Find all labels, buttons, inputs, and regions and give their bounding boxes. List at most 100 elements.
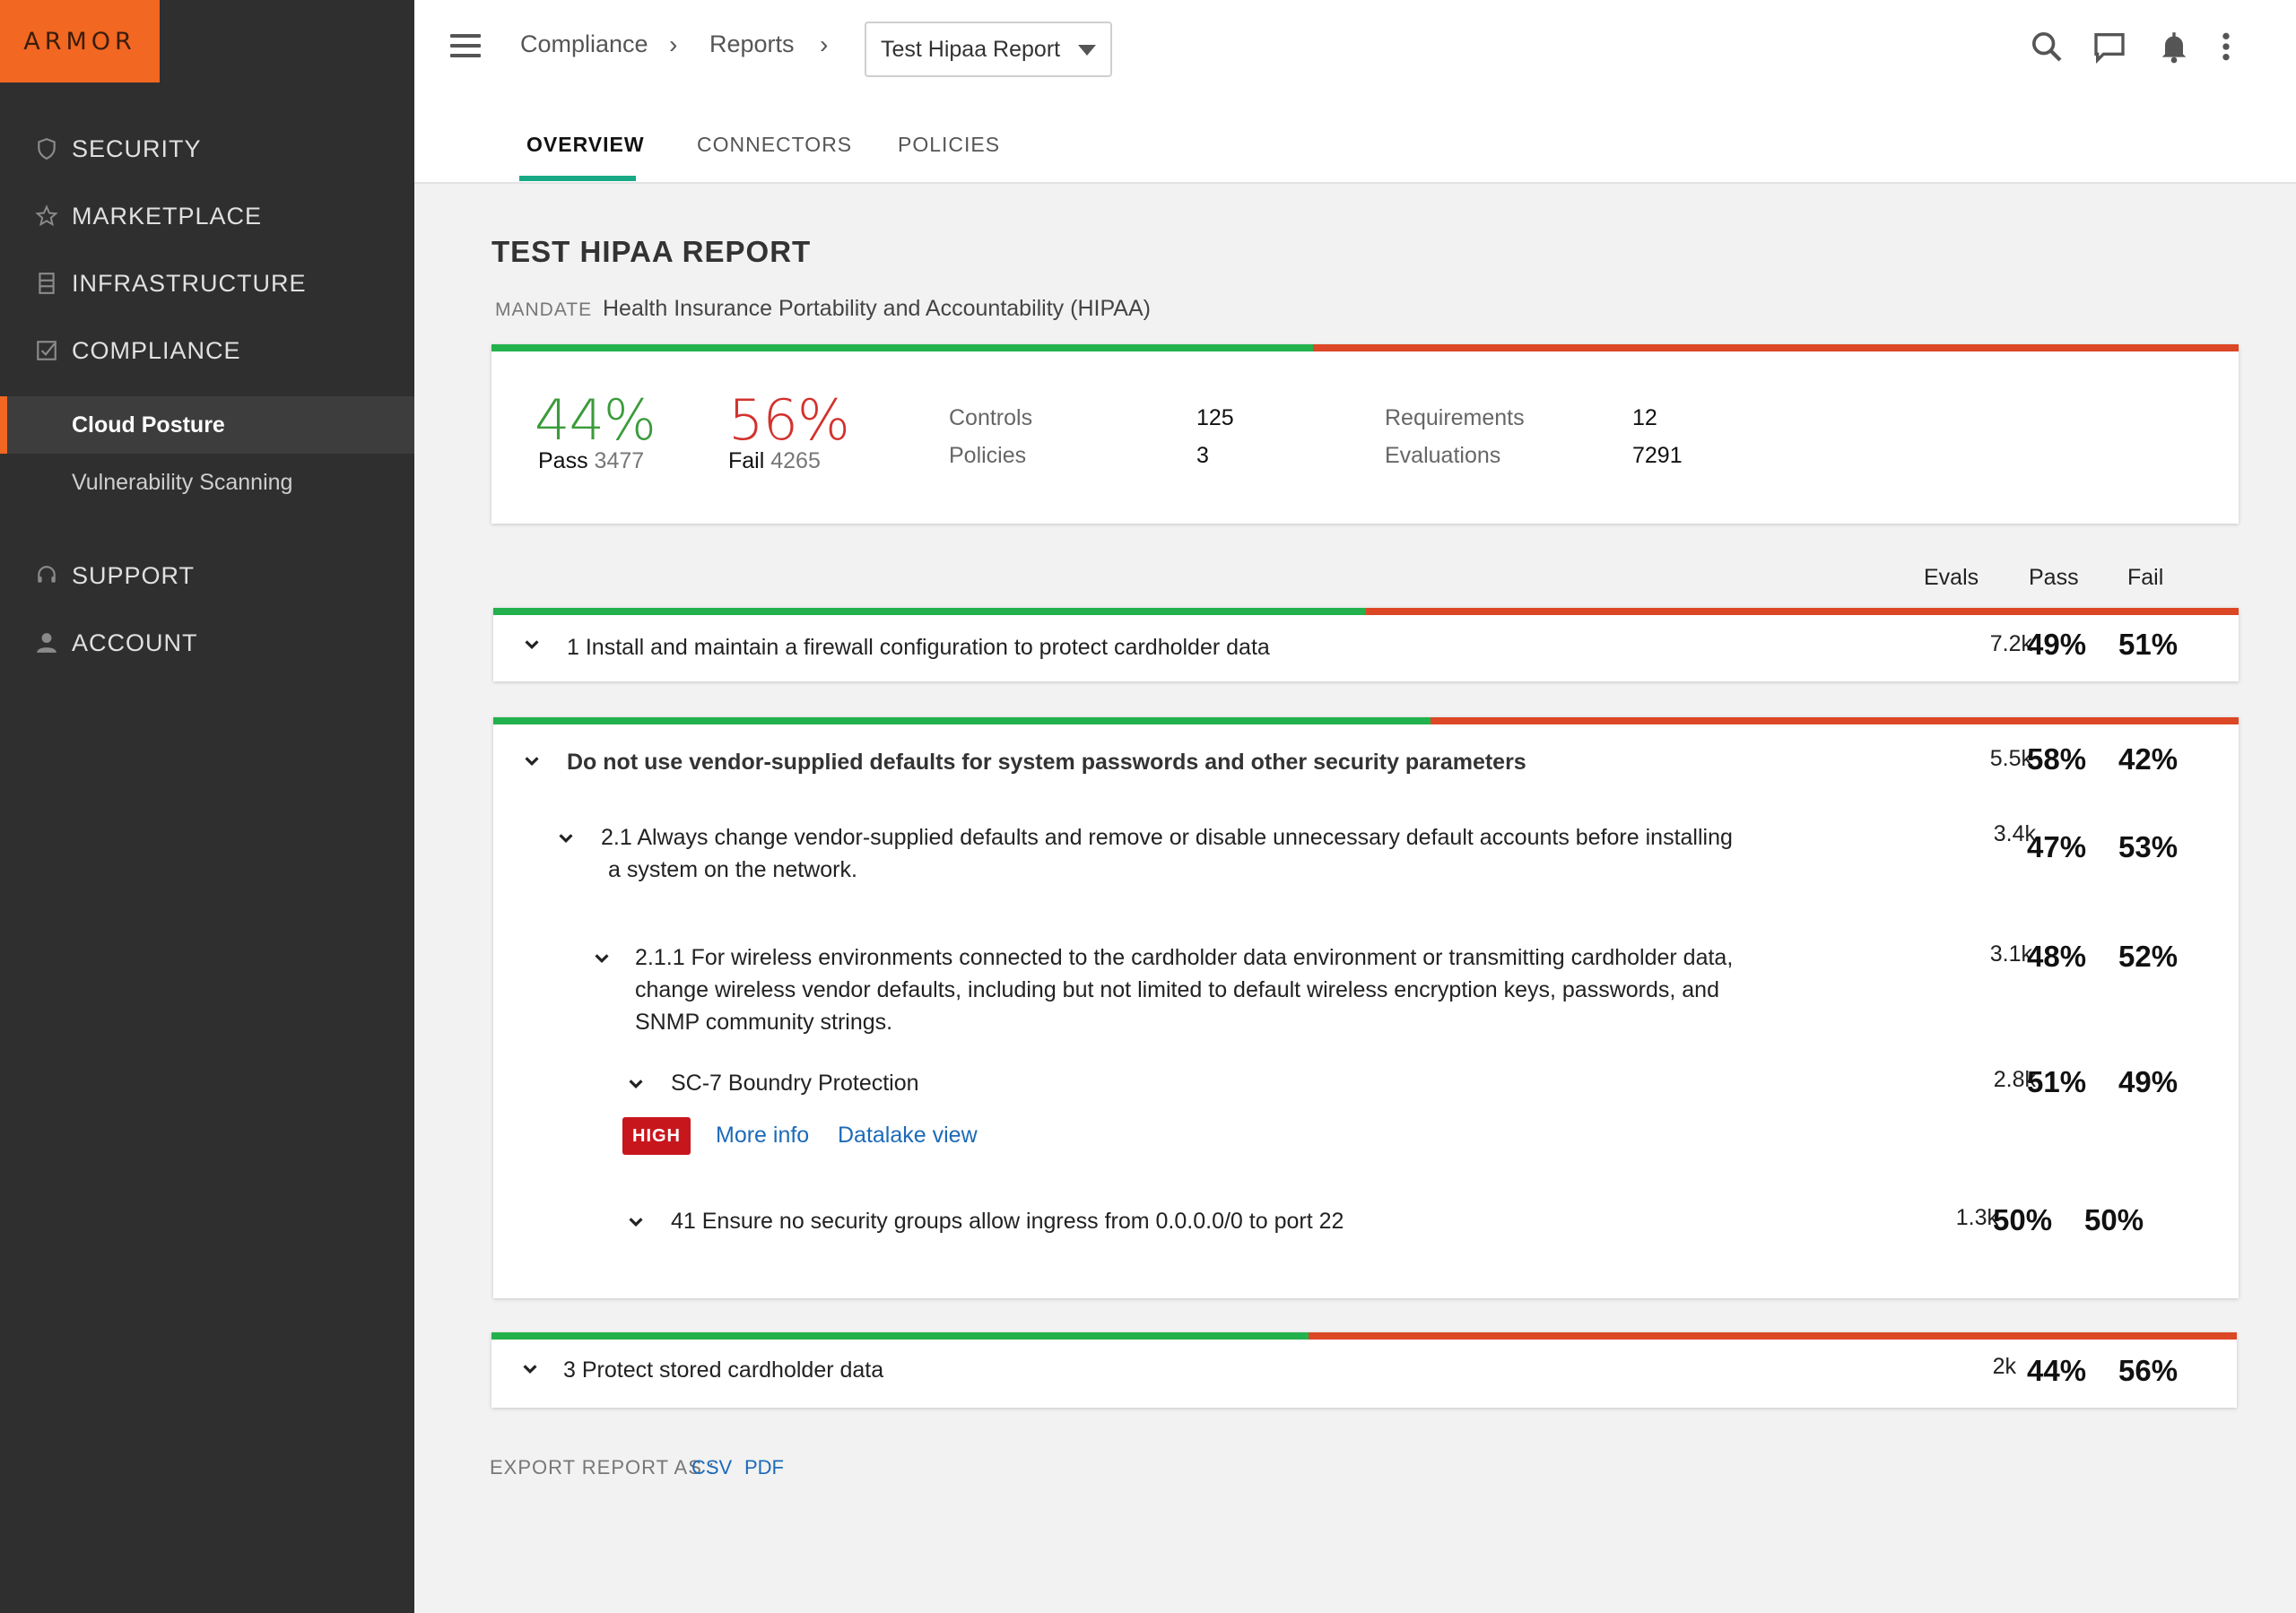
breadcrumb-compliance[interactable]: Compliance [520, 30, 648, 58]
chevron-down-icon[interactable] [522, 635, 542, 655]
pass-bar [493, 717, 1431, 724]
sidebar-item-marketplace[interactable]: MARKETPLACE [0, 193, 414, 239]
datalake-view-link[interactable]: Datalake view [838, 1123, 978, 1149]
export-csv-link[interactable]: CSV [691, 1456, 732, 1479]
requirement-2-1-title[interactable]: 2.1 Always change vendor-supplied defaul… [601, 821, 1733, 886]
server-icon [34, 271, 59, 296]
text-line: SNMP community strings. [635, 1010, 893, 1035]
page-title: TEST HIPAA REPORT [491, 235, 812, 268]
pass-value: 49% [2027, 628, 2087, 661]
evaluations-label: Evaluations [1385, 443, 1501, 468]
sidebar-item-infrastructure[interactable]: INFRASTRUCTURE [0, 260, 414, 307]
breadcrumb-reports[interactable]: Reports [709, 30, 795, 58]
tab-policies[interactable]: POLICIES [898, 133, 1000, 157]
fail-percentage: 56% [728, 387, 850, 453]
requirement-row[interactable]: 3 Protect stored cardholder data 2k 44% … [491, 1332, 2237, 1408]
sidebar-item-support[interactable]: SUPPORT [0, 552, 414, 599]
fail-label: Fail 4265 [728, 448, 821, 474]
sidebar-item-account[interactable]: ACCOUNT [0, 620, 414, 666]
pass-value: 58% [2027, 742, 2087, 776]
shield-icon [34, 136, 59, 161]
evals-value: 2.8k [1993, 1067, 2036, 1092]
severity-badge: HIGH [622, 1117, 691, 1155]
requirement-title[interactable]: Do not use vendor-supplied defaults for … [567, 746, 1526, 778]
fail-value: 56% [2118, 1354, 2179, 1387]
sidebar-item-label: INFRASTRUCTURE [72, 269, 307, 297]
evals-value: 3.4k [1993, 821, 2036, 846]
sidebar-item-label: SECURITY [72, 134, 202, 162]
requirement-row-expanded: Do not use vendor-supplied defaults for … [493, 717, 2239, 1298]
fail-bar [1431, 717, 2239, 724]
pass-bar [491, 344, 1313, 351]
pass-value: 44% [2027, 1354, 2087, 1387]
pass-column-header: Pass [2029, 565, 2079, 590]
pass-fail-bar [491, 344, 2239, 351]
evals-value: 3.1k [1989, 941, 2032, 967]
mandate-value: Health Insurance Portability and Account… [603, 296, 1151, 321]
pass-fail-bar [493, 608, 2239, 615]
bell-icon[interactable] [2156, 29, 2192, 65]
chevron-down-icon[interactable] [520, 1359, 540, 1379]
sidebar-item-vulnerability-scanning[interactable]: Vulnerability Scanning [0, 454, 414, 511]
export-pdf-link[interactable]: PDF [744, 1456, 784, 1479]
more-vert-icon[interactable] [2208, 29, 2244, 65]
chevron-down-icon[interactable] [592, 949, 612, 968]
tab-overview[interactable]: OVERVIEW [526, 133, 645, 157]
pass-fail-bar [491, 1332, 2237, 1340]
chat-icon[interactable] [2092, 29, 2127, 65]
pass-value: 51% [2027, 1065, 2087, 1098]
sidebar-item-label: ACCOUNT [72, 629, 198, 656]
armor-logo[interactable]: ARMOR [0, 0, 160, 82]
mandate-label: MANDATE [495, 299, 593, 320]
policy-title[interactable]: 41 Ensure no security groups allow ingre… [671, 1205, 1344, 1237]
text-line: 2.1 Always change vendor-supplied defaul… [601, 825, 1733, 850]
requirement-title: 1 Install and maintain a firewall config… [567, 635, 1270, 660]
sidebar-item-label: Cloud Posture [72, 412, 225, 438]
fail-value: 49% [2118, 1065, 2179, 1098]
fail-label-text: Fail [728, 448, 765, 473]
requirement-title: 3 Protect stored cardholder data [563, 1357, 884, 1383]
policies-label: Policies [949, 443, 1027, 468]
evals-value: 7.2k [1989, 631, 2032, 656]
menu-icon[interactable] [450, 34, 481, 59]
pass-percentage: 44% [535, 387, 657, 453]
report-select[interactable]: Test Hipaa Report [865, 22, 1112, 77]
search-icon[interactable] [2029, 29, 2065, 65]
text-line: a system on the network. [608, 857, 857, 882]
pass-label: Pass 3477 [538, 448, 644, 474]
sidebar-item-cloud-posture[interactable]: Cloud Posture [0, 396, 414, 454]
pass-bar [493, 608, 1366, 615]
pass-fail-bar [493, 717, 2239, 724]
text-line: 2.1.1 For wireless environments connecte… [635, 945, 1734, 970]
chevron-down-icon[interactable] [522, 751, 542, 771]
more-info-link[interactable]: More info [716, 1123, 809, 1149]
fail-bar [1312, 344, 2239, 351]
pass-value: 47% [2027, 830, 2087, 863]
control-title[interactable]: SC-7 Boundry Protection [671, 1067, 919, 1099]
fail-value: 50% [2084, 1203, 2144, 1236]
pass-value: 48% [2027, 940, 2087, 973]
requirement-row[interactable]: 1 Install and maintain a firewall config… [493, 608, 2239, 681]
chevron-down-icon[interactable] [626, 1074, 646, 1094]
controls-label: Controls [949, 405, 1033, 430]
chevron-down-icon[interactable] [626, 1212, 646, 1232]
checkbox-icon [34, 338, 59, 363]
sidebar-item-label: MARKETPLACE [72, 202, 263, 230]
chevron-down-icon[interactable] [556, 828, 576, 848]
evaluations-value: 7291 [1632, 443, 1683, 468]
fail-value: 52% [2118, 940, 2179, 973]
sidebar-item-compliance[interactable]: COMPLIANCE [0, 327, 414, 374]
report-select-value: Test Hipaa Report [881, 36, 1061, 62]
evals-value: 5.5k [1989, 746, 2032, 771]
requirement-2-1-1-title[interactable]: 2.1.1 For wireless environments connecte… [635, 941, 1733, 1038]
top-bar: Compliance › Reports › Test Hipaa Report… [414, 0, 2296, 184]
sidebar: ARMOR SECURITY MARKETPLACE INFRASTRUCTUR… [0, 0, 414, 1613]
requirements-label: Requirements [1385, 405, 1525, 430]
sidebar-item-security[interactable]: SECURITY [0, 126, 414, 172]
sidebar-item-label: SUPPORT [72, 561, 196, 589]
pass-bar [491, 1332, 1309, 1340]
active-tab-indicator [519, 176, 636, 181]
fail-value: 53% [2118, 830, 2179, 863]
fail-bar [1366, 608, 2239, 615]
tab-connectors[interactable]: CONNECTORS [697, 133, 852, 157]
